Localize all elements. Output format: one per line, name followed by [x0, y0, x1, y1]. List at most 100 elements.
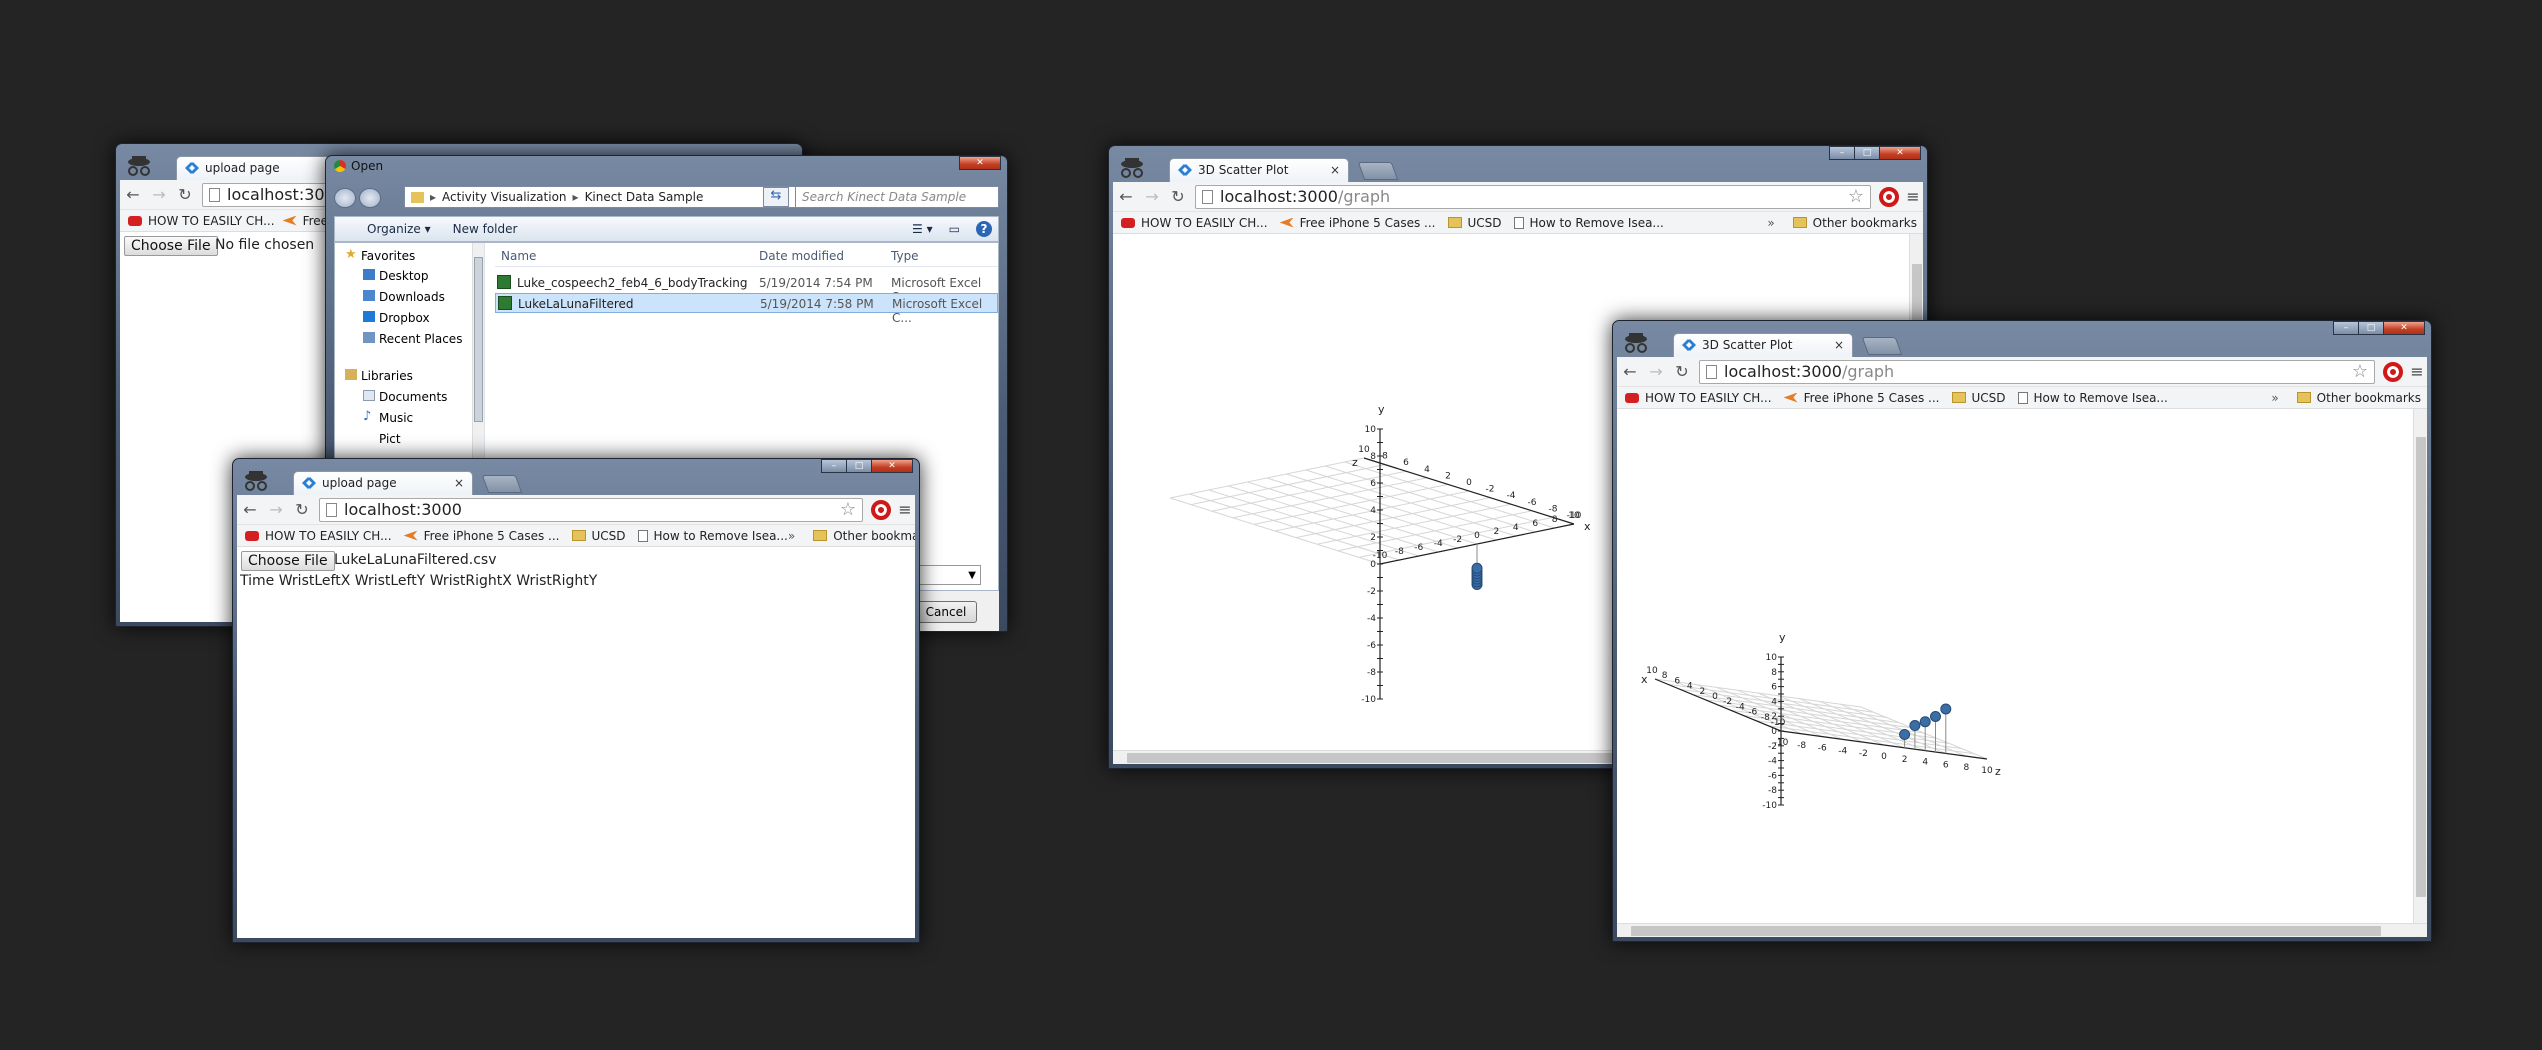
new-folder-button[interactable]: New folder	[453, 222, 518, 236]
preview-pane-icon[interactable]: ▭	[949, 222, 960, 236]
minimize-icon[interactable]: –	[1829, 146, 1855, 160]
col-type[interactable]: Type	[891, 249, 919, 263]
horizontal-scrollbar[interactable]	[1617, 923, 2427, 937]
minimize-icon[interactable]: –	[821, 459, 847, 473]
tab-upload-page[interactable]: upload page ×	[293, 471, 473, 495]
bookmark-item[interactable]: HOW TO EASILY CH...	[1121, 216, 1268, 230]
x-tick-label: -2	[1723, 697, 1732, 707]
youtube-icon	[1121, 217, 1135, 228]
more-bookmarks-icon[interactable]: »	[1767, 216, 1774, 230]
forward-arrow-icon[interactable]: →	[263, 500, 289, 519]
choose-file-button[interactable]: Choose File	[124, 236, 218, 256]
organize-menu[interactable]: Organize ▾	[351, 222, 431, 236]
nav-desktop[interactable]: Desktop	[363, 269, 429, 283]
nav-recent-places[interactable]: Recent Places	[363, 332, 462, 346]
bookmark-item[interactable]: UCSD	[571, 529, 626, 543]
tab-3d-scatter-plot[interactable]: 3D Scatter Plot ×	[1169, 158, 1349, 182]
file-row[interactable]: Luke_cospeech2_feb4_6_bodyTracking 5/19/2…	[495, 273, 998, 304]
new-tab-button[interactable]	[1861, 337, 1903, 355]
file-type-select[interactable]: ▼	[911, 565, 981, 585]
reload-icon[interactable]: ↻	[1669, 362, 1695, 381]
bookmark-star-icon[interactable]: ☆	[1848, 186, 1864, 207]
bookmark-item[interactable]: Free iPhone 5 Cases ...	[1783, 391, 1940, 405]
more-bookmarks-icon[interactable]: »	[2271, 391, 2278, 405]
tab-close-icon[interactable]: ×	[1834, 334, 1844, 356]
bookmark-item[interactable]: Free iPhone 5 Cases ...	[403, 529, 560, 543]
col-date[interactable]: Date modified	[759, 249, 844, 263]
col-name[interactable]: Name	[501, 249, 536, 263]
reload-icon[interactable]: ↻	[172, 185, 198, 204]
tab-close-icon[interactable]: ×	[454, 472, 464, 494]
maximize-icon[interactable]: □	[846, 459, 872, 473]
close-icon[interactable]: ✕	[871, 459, 913, 473]
bookmark-star-icon[interactable]: ☆	[2352, 361, 2368, 382]
bookmark-item[interactable]: HOW TO EASILY CH...	[1625, 391, 1772, 405]
new-tab-button[interactable]	[1357, 162, 1399, 180]
minimize-icon[interactable]: –	[2333, 321, 2359, 335]
menu-icon[interactable]: ≡	[895, 500, 915, 519]
menu-icon[interactable]: ≡	[2407, 362, 2427, 381]
reload-icon[interactable]: ↻	[1165, 187, 1191, 206]
cancel-button[interactable]: Cancel	[915, 601, 977, 623]
breadcrumb-segment[interactable]: Kinect Data Sample	[585, 190, 704, 204]
scatter-plot-front[interactable]: -10-8-6-4-20246810y-10-8-6-4-20246810x-1…	[1617, 409, 2413, 909]
bookmark-item[interactable]: Free iPhone 5 Cases ...	[1279, 216, 1436, 230]
nav-downloads[interactable]: Downloads	[363, 290, 445, 304]
help-icon[interactable]: ?	[976, 221, 992, 237]
nav-libraries[interactable]: Libraries	[345, 369, 413, 383]
address-bar[interactable]: localhost:3000/graph ☆	[1195, 184, 1871, 209]
back-button[interactable]	[334, 188, 356, 208]
extension-icon[interactable]	[2383, 361, 2403, 382]
close-icon[interactable]: ✕	[1879, 146, 1921, 160]
maximize-icon[interactable]: □	[1854, 146, 1880, 160]
nav-documents[interactable]: Documents	[363, 390, 447, 404]
other-bookmarks[interactable]: Other bookmarks	[805, 529, 915, 543]
nav-dropbox[interactable]: Dropbox	[363, 311, 430, 325]
bookmark-item[interactable]: HOW TO EASILY CH...	[128, 214, 275, 228]
forward-button[interactable]	[359, 188, 381, 208]
breadcrumb-segment[interactable]: Activity Visualization	[442, 190, 567, 204]
bookmark-item[interactable]: UCSD	[1951, 390, 2006, 405]
bookmark-item[interactable]: HOW TO EASILY CH...	[245, 529, 392, 543]
nav-music[interactable]: ♪ Music	[363, 409, 413, 425]
close-icon[interactable]: ✕	[959, 156, 1001, 170]
address-bar[interactable]: localhost:3000 ☆	[319, 497, 863, 522]
tab-close-icon[interactable]: ×	[1330, 159, 1340, 181]
nav-pictures[interactable]: Pict	[379, 432, 401, 446]
forward-arrow-icon[interactable]: →	[1139, 187, 1165, 206]
forward-arrow-icon[interactable]: →	[1643, 362, 1669, 381]
grid-line	[1232, 477, 1428, 519]
back-arrow-icon[interactable]: ←	[120, 185, 146, 204]
menu-icon[interactable]: ≡	[1903, 187, 1923, 206]
bookmark-item[interactable]: UCSD	[1447, 216, 1502, 230]
forward-arrow-icon[interactable]: →	[146, 185, 172, 204]
more-bookmarks-icon[interactable]: »	[788, 529, 795, 543]
bookmark-star-icon[interactable]: ☆	[840, 499, 856, 520]
bookmark-item[interactable]: How to Remove Isea...	[1513, 216, 1664, 230]
tab-3d-scatter-plot[interactable]: 3D Scatter Plot ×	[1673, 333, 1853, 357]
close-icon[interactable]: ✕	[2383, 321, 2425, 335]
other-bookmarks[interactable]: Other bookmarks	[2289, 391, 2421, 405]
new-tab-button[interactable]	[481, 475, 523, 493]
bookmark-item[interactable]: How to Remove Isea...	[2017, 391, 2168, 405]
url-host: localhost:3000	[1724, 362, 1842, 381]
search-input[interactable]: Search Kinect Data Sample	[795, 186, 999, 208]
bookmark-item[interactable]: How to Remove Isea...	[637, 529, 788, 543]
back-arrow-icon[interactable]: ←	[237, 500, 263, 519]
reload-icon[interactable]: ↻	[289, 500, 315, 519]
back-arrow-icon[interactable]: ←	[1617, 362, 1643, 381]
other-bookmarks[interactable]: Other bookmarks	[1785, 216, 1917, 230]
extension-icon[interactable]	[871, 499, 891, 520]
vertical-scrollbar[interactable]	[2413, 409, 2427, 923]
file-row-selected[interactable]: LukeLaLunaFiltered 5/19/2014 7:58 PM Micro…	[495, 293, 998, 325]
address-bar[interactable]: localhost:3000/graph ☆	[1699, 359, 2375, 384]
view-menu-icon[interactable]: ☰ ▾	[912, 222, 933, 236]
choose-file-button[interactable]: Choose File	[241, 551, 335, 571]
maximize-icon[interactable]: □	[2358, 321, 2384, 335]
back-arrow-icon[interactable]: ←	[1113, 187, 1139, 206]
extension-icon[interactable]	[1879, 186, 1899, 207]
nav-favorites[interactable]: ★ Favorites	[345, 247, 415, 263]
bookmark-label: UCSD	[1971, 390, 2006, 405]
refresh-icon[interactable]: ⇆	[763, 187, 789, 207]
y-tick-label: -10	[1361, 695, 1376, 705]
